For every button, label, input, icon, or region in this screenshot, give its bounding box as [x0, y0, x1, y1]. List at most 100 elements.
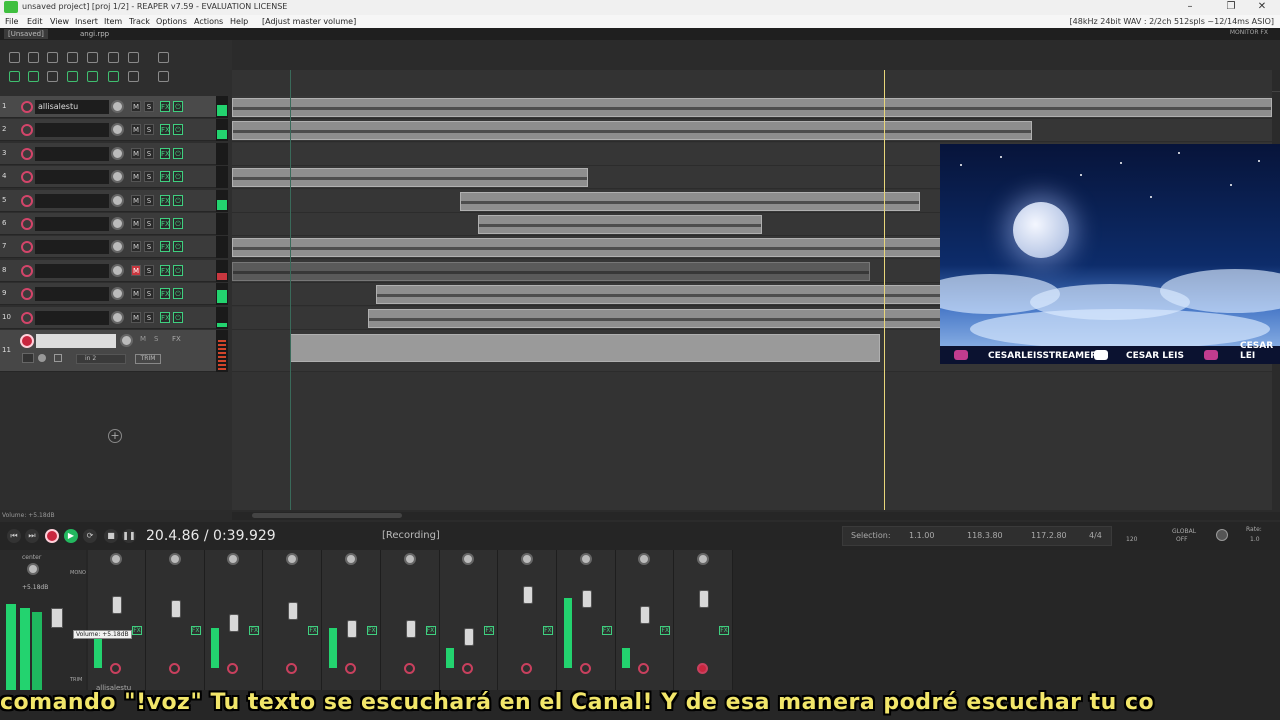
record-arm-button[interactable]: [520, 663, 532, 674]
track-name-field[interactable]: [35, 310, 109, 325]
volume-knob[interactable]: [111, 287, 124, 301]
fx-button[interactable]: FX: [601, 626, 612, 635]
volume-knob[interactable]: [111, 240, 124, 254]
time-display[interactable]: 20.4.86 / 0:39.929: [146, 528, 276, 544]
fx-button[interactable]: FX: [160, 147, 170, 159]
global-automation-state[interactable]: OFF: [1176, 536, 1188, 543]
record-arm-button[interactable]: [227, 663, 239, 674]
fx-button[interactable]: FX: [425, 626, 436, 635]
record-arm-button[interactable]: [21, 194, 33, 207]
pan-knob[interactable]: [638, 553, 651, 565]
input-monitor-icon[interactable]: [22, 353, 34, 363]
solo-button[interactable]: S: [144, 311, 154, 323]
track-10[interactable]: 10 M S FX ⏻: [0, 306, 216, 329]
add-track-button[interactable]: +: [108, 429, 122, 443]
open-project-icon[interactable]: [28, 52, 39, 63]
track-name-field[interactable]: [35, 123, 109, 138]
monitor-fx-button[interactable]: MONITOR FX: [1230, 29, 1268, 36]
fx-button[interactable]: FX: [366, 626, 377, 635]
track-name-field[interactable]: [35, 240, 109, 255]
solo-button[interactable]: S: [144, 288, 154, 300]
record-arm-button[interactable]: [697, 663, 708, 674]
menu-options[interactable]: Options: [156, 17, 187, 26]
pan-knob[interactable]: [520, 553, 533, 565]
volume-knob[interactable]: [111, 263, 124, 277]
snap-icon[interactable]: [47, 71, 58, 82]
media-item[interactable]: [232, 261, 870, 281]
record-arm-button[interactable]: [110, 663, 121, 674]
go-to-start-icon[interactable]: ⏮: [7, 529, 21, 543]
pan-knob[interactable]: [110, 553, 122, 565]
solo-button[interactable]: S: [144, 101, 154, 112]
volume-knob[interactable]: [111, 217, 124, 230]
volume-knob[interactable]: [111, 100, 124, 113]
track-9[interactable]: 9 M S FX ⏻: [0, 283, 216, 306]
record-arm-button[interactable]: [21, 101, 33, 113]
record-arm-button[interactable]: [20, 334, 34, 348]
scrollbar-thumb[interactable]: [252, 513, 402, 518]
track-2[interactable]: 2 M S FX ⏻: [0, 119, 216, 142]
fx-button[interactable]: FX: [132, 626, 142, 635]
media-item[interactable]: [232, 98, 1272, 117]
fx-bypass-button[interactable]: ⏻: [173, 288, 183, 300]
track-name-field[interactable]: [36, 334, 116, 348]
rate-value[interactable]: 1.0: [1250, 536, 1260, 543]
project-settings-icon[interactable]: [67, 52, 78, 63]
track-7[interactable]: 7 M S FX ⏻: [0, 236, 216, 259]
pan-knob[interactable]: [344, 553, 357, 565]
horizontal-scrollbar[interactable]: [232, 512, 1280, 520]
fx-button[interactable]: FX: [249, 626, 260, 635]
track-6[interactable]: 6 M S FX ⏻: [0, 213, 216, 235]
track-3[interactable]: 3 M S FX ⏻: [0, 142, 216, 165]
fx-bypass-button[interactable]: ⏻: [173, 264, 183, 276]
volume-knob[interactable]: [111, 170, 124, 184]
solo-button[interactable]: S: [144, 147, 154, 159]
volume-knob[interactable]: [111, 146, 124, 160]
item-grouping-icon[interactable]: [28, 71, 39, 82]
pause-button[interactable]: ❚❚: [122, 529, 136, 543]
fx-button[interactable]: FX: [190, 626, 201, 635]
mute-button[interactable]: M: [131, 264, 141, 276]
record-arm-button[interactable]: [638, 663, 650, 674]
grid-lines-icon[interactable]: [87, 71, 98, 82]
record-arm-button[interactable]: [21, 218, 33, 230]
mute-button[interactable]: M: [131, 288, 141, 300]
cursor-tool-icon[interactable]: [158, 71, 169, 82]
media-item[interactable]: [290, 334, 880, 362]
trim-label[interactable]: TRIM: [70, 677, 82, 683]
mute-button[interactable]: M: [131, 194, 141, 206]
ripple-icon[interactable]: [9, 71, 20, 82]
media-item[interactable]: [232, 121, 1032, 141]
fx-bypass-button[interactable]: ⏻: [173, 241, 183, 253]
record-arm-button[interactable]: [462, 663, 474, 674]
volume-fader[interactable]: [288, 602, 299, 620]
volume-knob[interactable]: [111, 310, 124, 324]
master-fader[interactable]: [51, 608, 63, 628]
go-to-end-icon[interactable]: ⏭: [25, 529, 39, 543]
volume-knob[interactable]: [111, 193, 124, 207]
repeat-icon[interactable]: ⟳: [83, 529, 97, 543]
pan-knob[interactable]: [286, 553, 299, 565]
record-arm-button[interactable]: [344, 663, 356, 674]
media-item[interactable]: [478, 215, 762, 234]
solo-button[interactable]: S: [144, 241, 154, 253]
fx-button[interactable]: FX: [542, 626, 553, 635]
volume-fader[interactable]: [405, 620, 416, 638]
volume-fader[interactable]: [699, 590, 709, 608]
volume-fader[interactable]: [640, 606, 651, 624]
track-4[interactable]: 4 M S FX ⏻: [0, 166, 216, 189]
media-item[interactable]: [232, 168, 588, 188]
new-project-icon[interactable]: [9, 52, 20, 63]
track-name-field[interactable]: [35, 193, 109, 208]
save-project-icon[interactable]: [47, 52, 58, 63]
mono-button[interactable]: MONO: [70, 570, 86, 576]
volume-fader[interactable]: [581, 590, 592, 608]
mute-button[interactable]: M: [131, 147, 141, 159]
play-button[interactable]: ▶: [64, 529, 78, 543]
record-button[interactable]: [45, 529, 59, 543]
tab-angi[interactable]: angi.rpp: [76, 29, 113, 39]
rec-mode-icon[interactable]: [54, 354, 62, 362]
grid-icon[interactable]: [158, 52, 169, 63]
track-lane[interactable]: [232, 96, 1272, 119]
fx-bypass-button[interactable]: ⏻: [173, 218, 183, 229]
